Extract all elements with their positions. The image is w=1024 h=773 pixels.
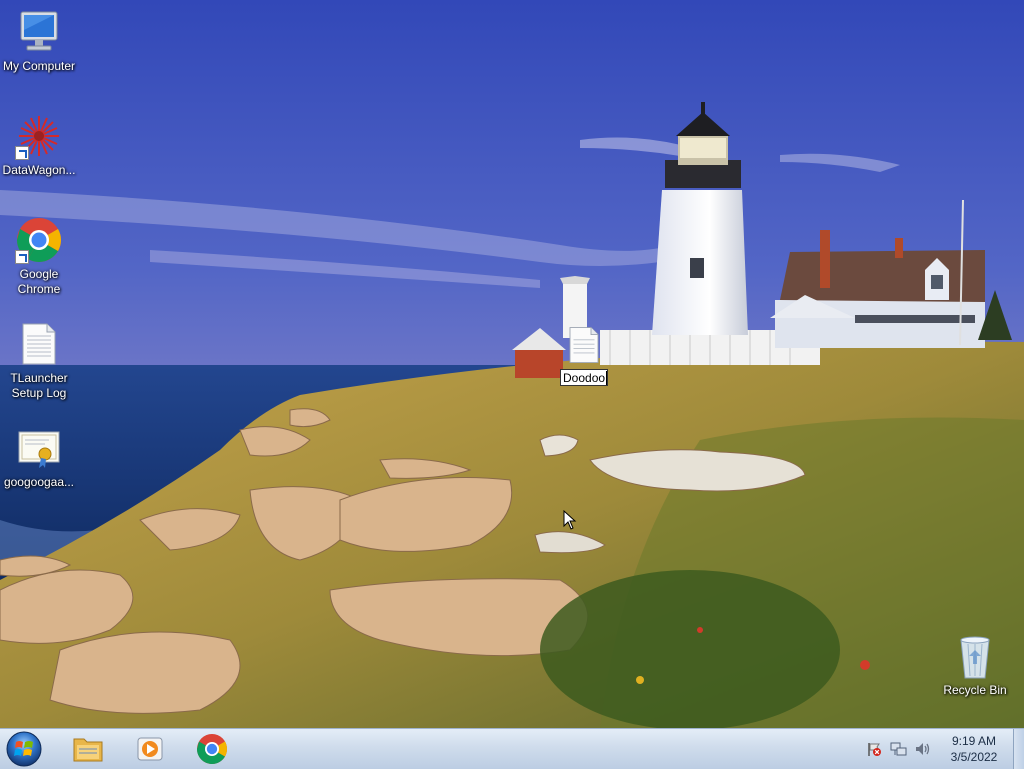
desktop-icon-renaming-file[interactable] [563,322,605,368]
desktop-icon-datawagon[interactable]: DataWagon... [0,112,78,178]
text-file-icon [15,320,63,368]
taskbar-media-player[interactable] [122,731,178,767]
chrome-icon [197,734,227,765]
certificate-icon [15,424,63,472]
clock-time: 9:19 AM [951,734,997,748]
text-caret [606,371,607,385]
desktop-icon-label: TLauncher Setup Log [10,371,68,400]
desktop-icon-my-computer[interactable]: My Computer [0,8,78,74]
desktop-icon-google-chrome[interactable]: Google Chrome [0,216,78,297]
desktop-icon-googoogaa[interactable]: googoogaa... [0,424,78,490]
file-explorer-icon [73,738,103,762]
volume-icon[interactable] [914,741,932,757]
shortcut-arrow-icon [15,250,29,264]
taskbar: 9:19 AM 3/5/2022 [0,728,1024,769]
clock-date: 3/5/2022 [950,750,998,764]
desktop-icon-label: DataWagon... [2,163,76,177]
show-desktop-button[interactable] [1013,729,1024,769]
desktop-icon-label: Google Chrome [17,267,61,296]
desktop-wallpaper [0,0,1024,768]
computer-icon [15,8,63,56]
desktop-icon-label: googoogaa... [3,475,75,489]
recycle-bin-icon [951,632,999,680]
action-center-flag-icon[interactable] [866,741,882,757]
taskbar-google-chrome[interactable] [184,731,240,767]
desktop-icon-label: Recycle Bin [943,683,1007,697]
start-button[interactable] [4,730,44,768]
media-player-icon [137,737,163,761]
rename-input-value: Doodoo [563,371,606,385]
text-file-icon [569,327,599,363]
mouse-pointer-icon [563,510,577,530]
chrome-icon [15,216,63,264]
taskbar-file-explorer[interactable] [60,731,116,767]
desktop-icon-recycle-bin[interactable]: Recycle Bin [936,632,1014,698]
desktop-icon-label: My Computer [2,59,76,73]
network-icon[interactable] [890,741,908,757]
windows-start-icon [6,731,42,767]
rename-input[interactable]: Doodoo [560,369,608,386]
datawagon-icon [15,112,63,160]
taskbar-clock[interactable]: 9:19 AM 3/5/2022 [942,733,1006,765]
shortcut-arrow-icon [15,146,29,160]
desktop-icon-tlauncher-setup-log[interactable]: TLauncher Setup Log [0,320,78,401]
